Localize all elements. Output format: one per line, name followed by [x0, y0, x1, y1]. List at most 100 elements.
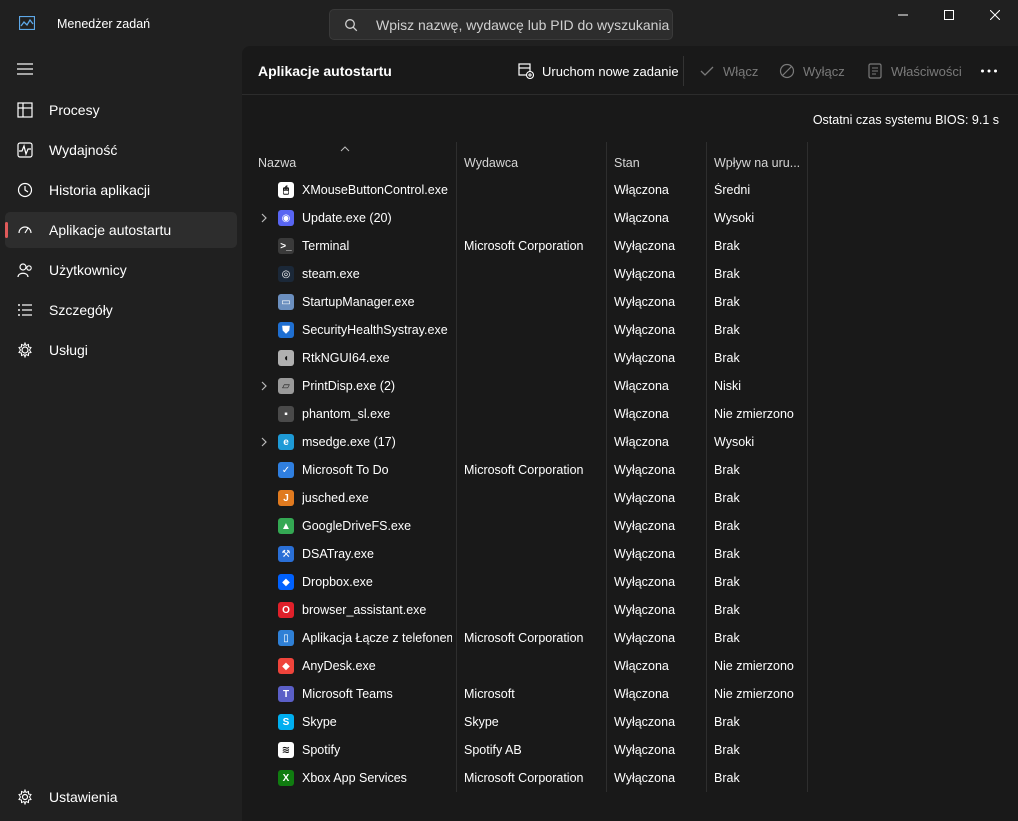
- app-name: Aplikacja Łącze z telefonem: [302, 631, 452, 645]
- startup-impact: Wysoki: [714, 435, 755, 449]
- status: Wyłączona: [614, 547, 676, 561]
- startup-impact: Średni: [714, 183, 751, 197]
- table-row[interactable]: X Xbox App Services Microsoft Corporation W…: [242, 764, 1018, 792]
- column-header-impact[interactable]: Wpływ na uru...: [714, 156, 804, 170]
- minimize-button[interactable]: [880, 0, 926, 30]
- sidebar-item-label: Usługi: [49, 342, 88, 358]
- sort-ascending-icon: [340, 146, 350, 152]
- table-row[interactable]: S Skype Skype Wyłączona Brak: [242, 708, 1018, 736]
- table-row[interactable]: Jjusched.exe Wyłączona Brak: [242, 484, 1018, 512]
- enable-button[interactable]: Włącz: [699, 59, 758, 83]
- table-row[interactable]: ▭ StartupManager.exe Wyłączona Brak: [242, 288, 1018, 316]
- status: Wyłączona: [614, 631, 676, 645]
- processes-icon: [17, 102, 33, 118]
- sidebar-item-label: Użytkownicy: [49, 262, 127, 278]
- table-row[interactable]: ◆ AnyDesk.exe Włączona Nie zmierzono: [242, 652, 1018, 680]
- status: Wyłączona: [614, 323, 676, 337]
- publisher: Spotify AB: [464, 743, 522, 757]
- app-name: Terminal: [302, 239, 350, 253]
- checkmark-icon: [700, 66, 714, 76]
- table-row[interactable]: T Microsoft Teams Microsoft Włączona Nie zmi…: [242, 680, 1018, 708]
- window-title: Menedżer zadań: [57, 17, 151, 31]
- table-row[interactable]: ≋ Spotify Spotify AB Wyłączona Brak: [242, 736, 1018, 764]
- app-name: RtkNGUI64.exe: [302, 351, 390, 365]
- maximize-icon: [944, 10, 954, 20]
- enable-label: Włącz: [723, 63, 759, 79]
- table-row[interactable]: 🖱 XMouseButtonControl.exe Włączona Średni: [242, 176, 1018, 204]
- hamburger-menu-icon[interactable]: [17, 63, 33, 75]
- dropbox-icon: ◆: [278, 574, 294, 590]
- block-icon: [779, 63, 795, 79]
- publisher: Microsoft Corporation: [464, 631, 584, 645]
- table-row[interactable]: ⛊ SecurityHealthSystray.exe Wyłączona Brak: [242, 316, 1018, 344]
- chevron-right-icon[interactable]: [260, 213, 268, 223]
- app-name: GoogleDriveFS.exe: [302, 519, 412, 533]
- chevron-right-icon[interactable]: [260, 437, 268, 447]
- wrench-icon: ⚒: [278, 546, 294, 562]
- status: Włączona: [614, 183, 669, 197]
- column-header-status[interactable]: Stan: [614, 156, 704, 170]
- column-header-publisher[interactable]: Wydawca: [464, 156, 604, 170]
- table-row[interactable]: ◎ steam.exe Wyłączona Brak: [242, 260, 1018, 288]
- main-content: Aplikacje autostartu Uruchom nowe zadani…: [242, 46, 1018, 821]
- table-body: 🖱 XMouseButtonControl.exe Włączona Średni ◉ U…: [242, 176, 1018, 792]
- page-title: Aplikacje autostartu: [258, 63, 392, 79]
- close-icon: [990, 10, 1000, 20]
- startup-impact: Brak: [714, 547, 740, 561]
- table-row[interactable]: ▪ phantom_sl.exe Włączona Nie zmierzono: [242, 400, 1018, 428]
- spotify-icon: ≋: [278, 742, 294, 758]
- close-button[interactable]: [972, 0, 1018, 30]
- table-row[interactable]: >_ Terminal Microsoft Corporation Wyłączona…: [242, 232, 1018, 260]
- status: Wyłączona: [614, 743, 676, 757]
- app-name: jusched.exe: [302, 491, 369, 505]
- app-name: DSATray.exe: [302, 547, 375, 561]
- run-new-task-button[interactable]: Uruchom nowe zadanie: [518, 59, 679, 83]
- table-row[interactable]: Obrowser_assistant.exe Wyłączona Brak: [242, 596, 1018, 624]
- table-row[interactable]: ◉ Update.exe (20) Włączona Wysoki: [242, 204, 1018, 232]
- table-row[interactable]: ◖ RtkNGUI64.exe Wyłączona Brak: [242, 344, 1018, 372]
- table-row[interactable]: ▲ GoogleDriveFS.exe Wyłączona Brak: [242, 512, 1018, 540]
- status: Wyłączona: [614, 295, 676, 309]
- startup-impact: Nie zmierzono: [714, 687, 794, 701]
- properties-button[interactable]: Właściwości: [867, 59, 962, 83]
- users-icon: [17, 263, 32, 278]
- app-name: XMouseButtonControl.exe: [302, 183, 448, 197]
- status: Wyłączona: [614, 771, 676, 785]
- sidebar-item-performance[interactable]: Wydajność: [5, 132, 237, 168]
- table-row[interactable]: ▯ Aplikacja Łącze z telefonem Microsoft Co…: [242, 624, 1018, 652]
- anydesk-icon: ◆: [278, 658, 294, 674]
- sidebar-item-startup-apps[interactable]: Aplikacje autostartu: [5, 212, 237, 248]
- column-header-name[interactable]: Nazwa: [258, 156, 448, 170]
- table-row[interactable]: ▱ PrintDisp.exe (2) Włączona Niski: [242, 372, 1018, 400]
- publisher: Microsoft Corporation: [464, 463, 584, 477]
- table-row[interactable]: ✓ Microsoft To Do Microsoft Corporation Wył…: [242, 456, 1018, 484]
- startup-impact: Brak: [714, 743, 740, 757]
- disable-button[interactable]: Wyłącz: [779, 59, 845, 83]
- sidebar-item-processes[interactable]: Procesy: [5, 92, 237, 128]
- startup-impact: Brak: [714, 491, 740, 505]
- title-bar: Menedżer zadań Wpisz nazwę, wydawcę lub …: [0, 0, 1018, 46]
- table-row[interactable]: e msedge.exe (17) Włączona Wysoki: [242, 428, 1018, 456]
- app-name: browser_assistant.exe: [302, 603, 427, 617]
- maximize-button[interactable]: [926, 0, 972, 30]
- sidebar-item-app-history[interactable]: Historia aplikacji: [5, 172, 237, 208]
- more-options-button[interactable]: [980, 59, 1006, 83]
- sidebar-item-details[interactable]: Szczegóły: [5, 292, 237, 328]
- startup-apps-table: Nazwa Wydawca Stan Wpływ na uru... 🖱 XMou…: [242, 142, 1018, 792]
- app-name: Microsoft Teams: [302, 687, 393, 701]
- header-divider: [242, 94, 1018, 95]
- sidebar-item-settings[interactable]: Ustawienia: [5, 782, 237, 812]
- window-icon: ▭: [278, 294, 294, 310]
- sidebar-item-label: Szczegóły: [49, 302, 113, 318]
- table-row[interactable]: ◆ Dropbox.exe Wyłączona Brak: [242, 568, 1018, 596]
- terminal-icon: >_: [278, 238, 294, 254]
- app-name: AnyDesk.exe: [302, 659, 376, 673]
- new-task-icon: [518, 63, 534, 79]
- sidebar-item-services[interactable]: Usługi: [5, 332, 237, 368]
- table-row[interactable]: ⚒ DSATray.exe Wyłączona Brak: [242, 540, 1018, 568]
- sidebar-item-users[interactable]: Użytkownicy: [5, 252, 237, 288]
- active-indicator: [5, 222, 8, 238]
- search-box[interactable]: Wpisz nazwę, wydawcę lub PID do wyszukan…: [329, 9, 673, 40]
- chevron-right-icon[interactable]: [260, 381, 268, 391]
- sidebar-item-label: Wydajność: [49, 142, 118, 158]
